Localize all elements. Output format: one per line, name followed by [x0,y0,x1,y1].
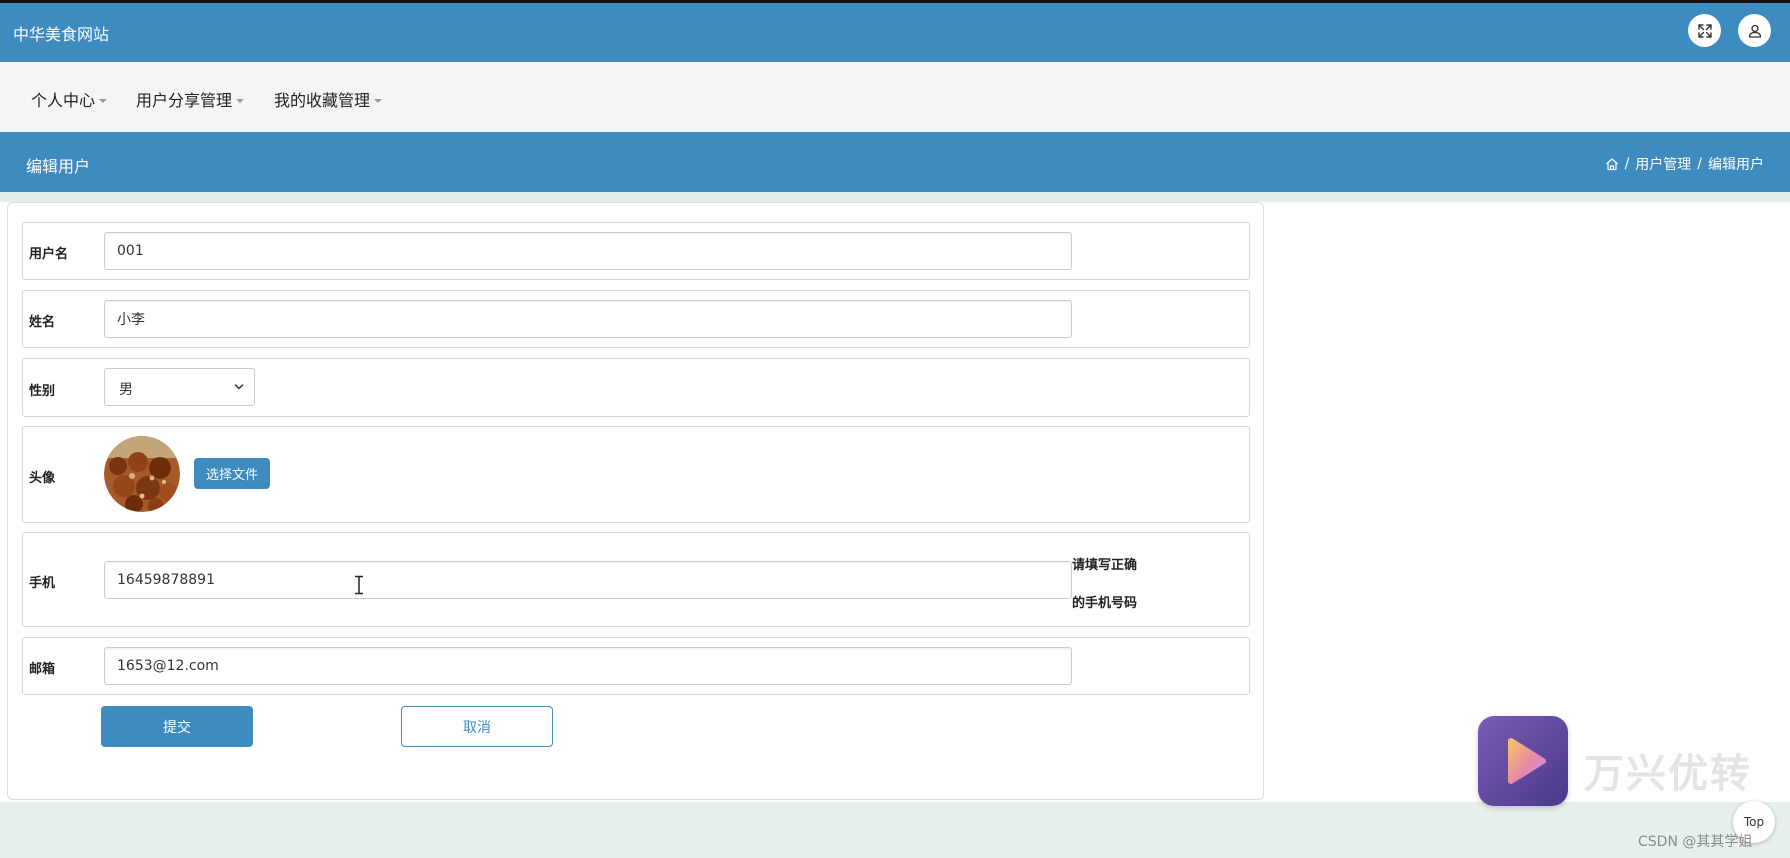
email-label: 邮箱 [29,662,56,677]
top-header: 中华美食网站 [0,3,1790,62]
user-account-button[interactable] [1738,14,1771,47]
page-title-bar: 编辑用户 / 用户管理 / 编辑用户 [0,132,1790,192]
gender-label: 性别 [29,384,56,399]
name-label: 姓名 [29,315,56,330]
username-label: 用户名 [29,247,69,262]
form-row-name: 姓名 [22,290,1250,348]
user-icon [1748,24,1761,38]
email-input[interactable] [104,647,1072,685]
caret-down-icon [236,99,245,103]
expand-icon [1697,23,1712,38]
main-menu: 个人中心 用户分享管理 我的收藏管理 [0,62,1790,132]
home-icon[interactable] [1605,157,1619,171]
caret-down-icon [374,99,383,103]
submit-button[interactable]: 提交 [101,706,253,747]
form-row-username: 用户名 [22,222,1250,280]
phone-input[interactable] [104,561,1072,599]
play-icon [1508,738,1546,784]
fullscreen-button[interactable] [1688,14,1721,47]
breadcrumb-user-management[interactable]: 用户管理 [1635,154,1691,174]
text-cursor-icon [355,575,363,595]
chevron-down-icon [234,384,244,390]
form-row-gender: 性别 男 [22,358,1250,417]
content-top-band [0,192,1790,202]
gender-select[interactable]: 男 [104,368,255,406]
breadcrumb-edit-user: 编辑用户 [1708,157,1764,173]
footer-band [0,802,1790,858]
csdn-credit: CSDN @其其学姐 [1638,834,1753,850]
phone-label: 手机 [29,576,56,591]
menu-user-share-management[interactable]: 用户分享管理 [136,87,245,111]
caret-down-icon [99,99,108,103]
avatar-image [104,436,180,512]
watermark-text: 万兴优转 [1584,751,1752,797]
menu-favorites-management[interactable]: 我的收藏管理 [274,87,383,111]
menu-personal-center[interactable]: 个人中心 [31,87,108,111]
page-title: 编辑用户 [26,157,91,176]
phone-hint-line1: 请填写正确 [1072,558,1138,573]
breadcrumb-separator: / [1697,156,1702,172]
watermark-logo [1478,716,1568,806]
menu-label: 我的收藏管理 [274,91,371,110]
gender-selected-value: 男 [119,382,133,398]
choose-file-button[interactable]: 选择文件 [194,458,270,489]
form-row-avatar: 头像 选择文件 [22,426,1250,523]
form-row-email: 邮箱 [22,637,1250,695]
avatar-label: 头像 [29,471,56,486]
menu-label: 个人中心 [31,91,96,110]
cancel-button[interactable]: 取消 [401,706,553,747]
menu-label: 用户分享管理 [136,91,233,110]
phone-hint-line2: 的手机号码 [1072,596,1138,611]
site-title: 中华美食网站 [13,25,110,44]
username-input[interactable] [104,232,1072,270]
breadcrumb-separator: / [1624,156,1630,172]
form-row-phone: 手机 请填写正确 的手机号码 [22,532,1250,627]
name-input[interactable] [104,300,1072,338]
breadcrumb: / 用户管理 / 编辑用户 [1605,154,1764,174]
